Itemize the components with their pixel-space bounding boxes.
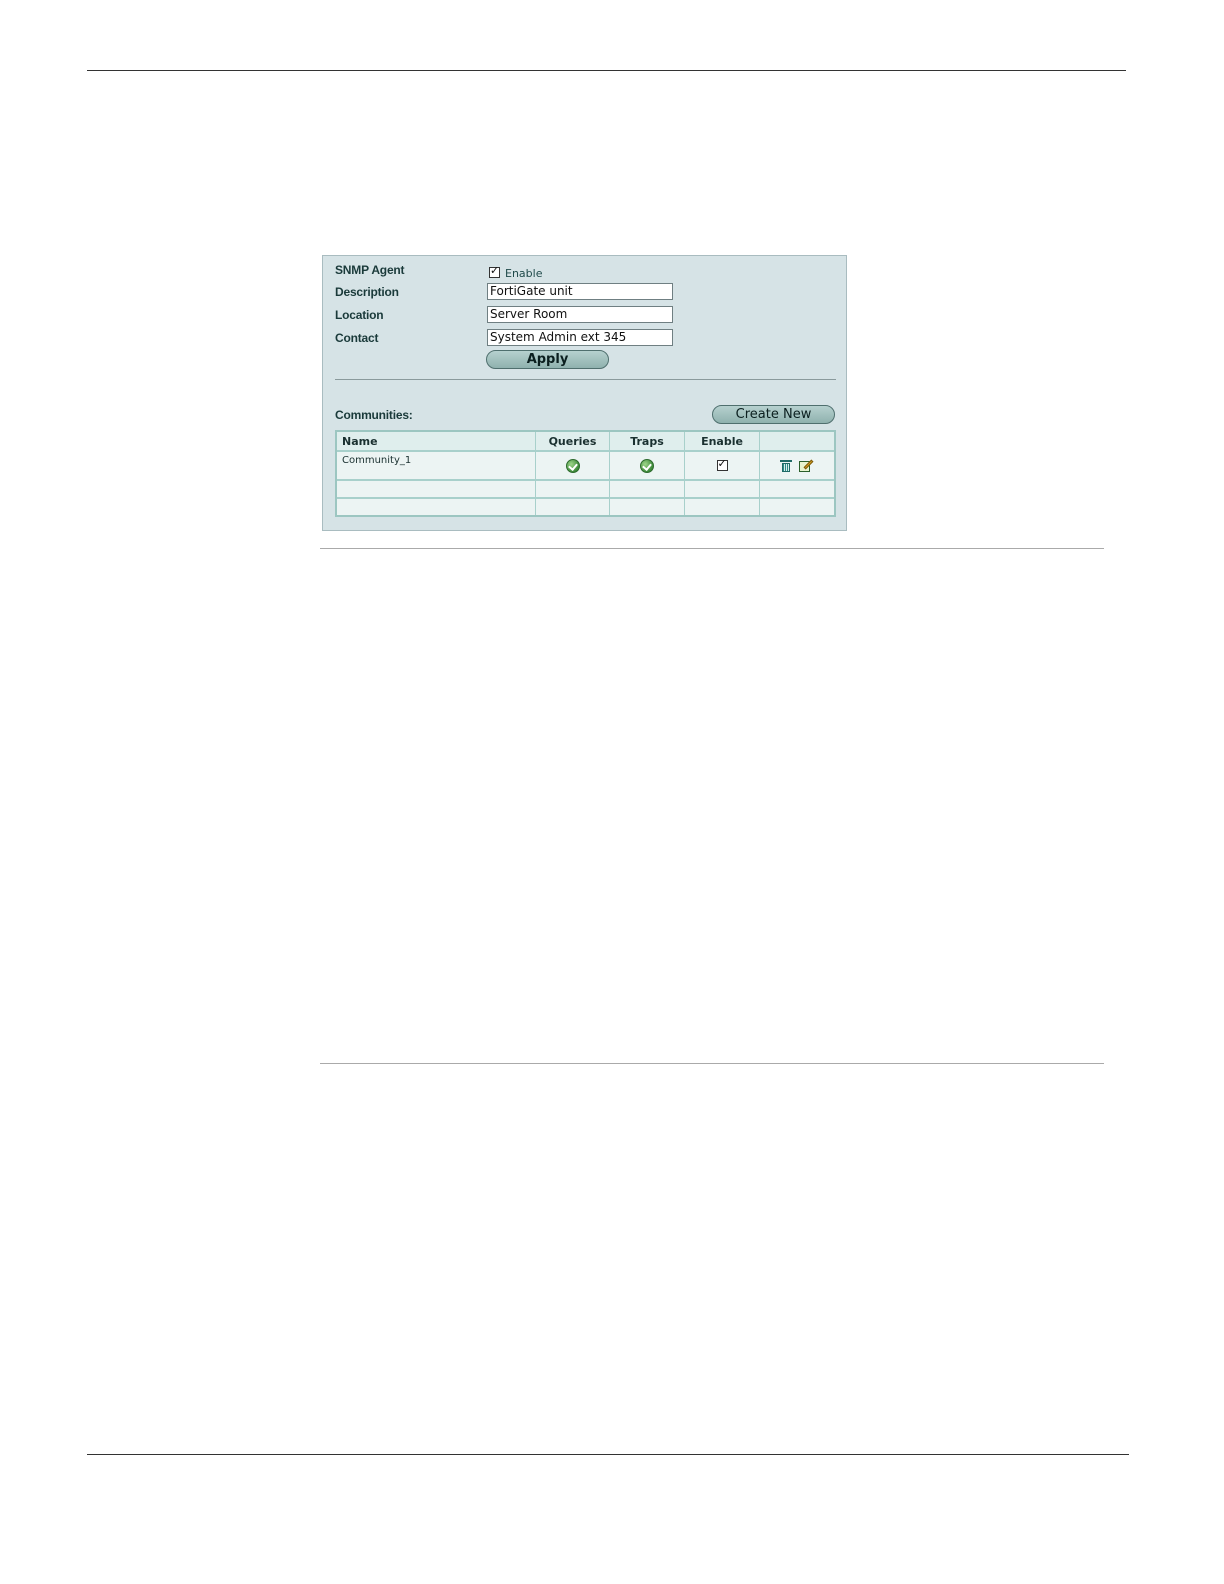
table-header-row: Name Queries Traps Enable <box>337 432 834 452</box>
column-header-queries: Queries <box>536 432 610 450</box>
column-header-enable: Enable <box>685 432 760 450</box>
page-bottom-rule <box>87 1454 1129 1455</box>
description-label: Description <box>335 285 399 299</box>
location-input[interactable]: Server Room <box>487 306 673 323</box>
section-rule-lower <box>320 1063 1104 1064</box>
snmp-agent-checkbox[interactable]: ✓ <box>489 264 500 278</box>
checkmark-icon: ✓ <box>717 457 727 470</box>
section-rule-upper <box>320 548 1104 549</box>
section-divider <box>335 379 836 380</box>
traps-ok-icon <box>640 458 654 473</box>
checkmark-icon: ✓ <box>490 264 500 277</box>
community-name: Community_1 <box>337 452 536 479</box>
enable-cell: ✓ <box>685 452 760 479</box>
queries-cell <box>536 452 610 479</box>
page-top-rule <box>87 70 1126 71</box>
snmp-settings-panel: SNMP Agent ✓ Enable Description FortiGat… <box>322 255 847 531</box>
apply-button[interactable]: Apply <box>486 350 609 369</box>
edit-icon[interactable] <box>799 459 814 472</box>
location-label: Location <box>335 308 384 322</box>
trash-icon[interactable] <box>780 459 792 472</box>
queries-ok-icon <box>565 458 580 473</box>
communities-table: Name Queries Traps Enable Community_1 ✓ <box>335 430 836 517</box>
column-header-actions <box>760 432 834 450</box>
table-row-empty <box>337 481 834 499</box>
community-enable-checkbox[interactable]: ✓ <box>716 457 728 471</box>
snmp-agent-enable-label: Enable <box>505 267 543 280</box>
traps-cell <box>610 452 685 479</box>
column-header-name[interactable]: Name <box>337 432 536 450</box>
actions-cell <box>760 452 834 479</box>
snmp-agent-label: SNMP Agent <box>335 263 405 277</box>
description-input[interactable]: FortiGate unit <box>487 283 673 300</box>
contact-label: Contact <box>335 331 379 345</box>
communities-label: Communities: <box>335 408 413 422</box>
table-row-empty <box>337 499 834 515</box>
contact-input[interactable]: System Admin ext 345 <box>487 329 673 346</box>
snmp-agent-enable[interactable]: ✓ Enable <box>489 264 543 280</box>
column-header-traps: Traps <box>610 432 685 450</box>
table-row: Community_1 ✓ <box>337 452 834 481</box>
create-new-button[interactable]: Create New <box>712 405 835 424</box>
